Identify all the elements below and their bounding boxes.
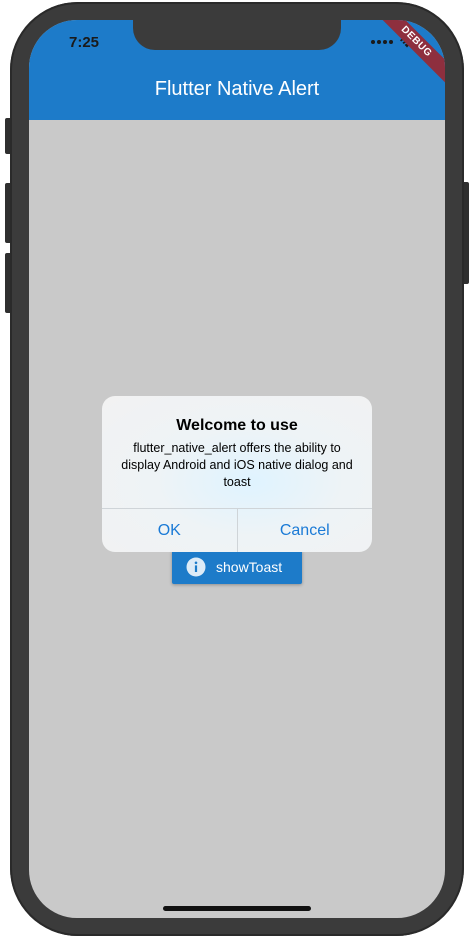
debug-banner: DEBUG bbox=[371, 20, 445, 87]
native-alert-dialog: Welcome to use flutter_native_alert offe… bbox=[102, 396, 372, 552]
show-toast-label: showToast bbox=[216, 559, 283, 575]
dialog-title: Welcome to use bbox=[176, 417, 298, 434]
screen: 7:25 DEBUG Flutter Native Alert showToas… bbox=[29, 20, 445, 918]
info-icon bbox=[186, 557, 206, 577]
ok-button[interactable]: OK bbox=[102, 509, 238, 552]
show-toast-button[interactable]: showToast bbox=[172, 550, 302, 584]
status-time: 7:25 bbox=[69, 34, 100, 51]
dialog-message: flutter_native_alert offers the ability … bbox=[121, 441, 353, 489]
home-indicator[interactable] bbox=[163, 906, 311, 911]
dialog-actions: OK Cancel bbox=[102, 508, 372, 552]
app-title: Flutter Native Alert bbox=[154, 78, 320, 100]
signal-icon bbox=[371, 40, 393, 44]
app-bar: 7:25 DEBUG Flutter Native Alert bbox=[29, 20, 445, 120]
notch bbox=[133, 20, 341, 50]
cancel-button[interactable]: Cancel bbox=[238, 509, 373, 552]
